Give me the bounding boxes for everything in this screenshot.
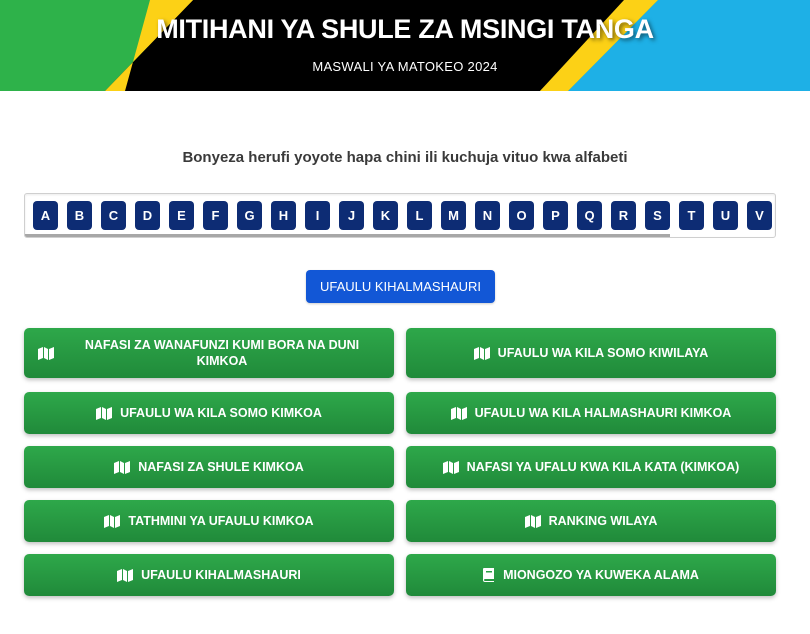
letter-button-a[interactable]: A: [33, 201, 58, 230]
menu-button-label: TATHMINI YA UFAULU KIMKOA: [128, 514, 314, 528]
ufaulu-kihalmashauri-button[interactable]: UFAULU KIHALMASHAURI: [306, 270, 495, 303]
letter-button-r[interactable]: R: [611, 201, 636, 230]
page-subtitle: MASWALI YA MATOKEO 2024: [312, 59, 498, 74]
map-icon: [114, 460, 131, 474]
map-icon: [450, 406, 467, 420]
menu-button-label: UFAULU WA KILA HALMASHAURI KIMKOA: [474, 406, 732, 420]
menu-button-1[interactable]: NAFASI ZA WANAFUNZI KUMI BORA NA DUNI KI…: [24, 328, 394, 378]
menu-button-4[interactable]: UFAULU WA KILA HALMASHAURI KIMKOA: [406, 392, 776, 434]
menu-button-label: UFAULU KIHALMASHAURI: [141, 568, 301, 582]
menu-button-7[interactable]: TATHMINI YA UFAULU KIMKOA: [24, 500, 394, 542]
header-banner: MITIHANI YA SHULE ZA MSINGI TANGA MASWAL…: [0, 0, 810, 91]
letter-button-m[interactable]: M: [441, 201, 466, 230]
menu-button-label: RANKING WILAYA: [548, 514, 658, 528]
menu-button-label: NAFASI ZA WANAFUNZI KUMI BORA NA DUNI KI…: [84, 338, 360, 368]
map-icon: [96, 406, 113, 420]
letter-button-e[interactable]: E: [169, 201, 194, 230]
map-icon: [104, 514, 121, 528]
letter-button-n[interactable]: N: [475, 201, 500, 230]
letter-button-v[interactable]: V: [747, 201, 772, 230]
menu-button-label: NAFASI ZA SHULE KIMKOA: [138, 460, 304, 474]
letter-button-k[interactable]: K: [373, 201, 398, 230]
letter-button-b[interactable]: B: [67, 201, 92, 230]
map-icon: [442, 460, 459, 474]
map-icon: [117, 568, 134, 582]
letter-button-s[interactable]: S: [645, 201, 670, 230]
filter-instruction: Bonyeza herufi yoyote hapa chini ili kuc…: [182, 149, 628, 166]
letter-button-l[interactable]: L: [407, 201, 432, 230]
letter-button-c[interactable]: C: [101, 201, 126, 230]
map-icon: [524, 514, 541, 528]
menu-button-8[interactable]: RANKING WILAYA: [406, 500, 776, 542]
letter-button-u[interactable]: U: [713, 201, 738, 230]
letter-button-p[interactable]: P: [543, 201, 568, 230]
letter-button-i[interactable]: I: [305, 201, 330, 230]
letter-button-o[interactable]: O: [509, 201, 534, 230]
letter-button-t[interactable]: T: [679, 201, 704, 230]
letter-button-j[interactable]: J: [339, 201, 364, 230]
horizontal-scrollbar[interactable]: [25, 234, 670, 237]
menu-button-label: UFAULU WA KILA SOMO KIMKOA: [120, 406, 322, 420]
map-icon: [38, 346, 54, 360]
menu-button-10[interactable]: MIONGOZO YA KUWEKA ALAMA: [406, 554, 776, 596]
letter-button-g[interactable]: G: [237, 201, 262, 230]
letter-button-d[interactable]: D: [135, 201, 160, 230]
letter-button-f[interactable]: F: [203, 201, 228, 230]
alphabet-buttons: ABCDEFGHIJKLMNOPQRSTUVW: [33, 201, 775, 230]
page-title: MITIHANI YA SHULE ZA MSINGI TANGA: [156, 14, 654, 44]
alphabet-filter-bar[interactable]: ABCDEFGHIJKLMNOPQRSTUVW: [24, 193, 776, 238]
menu-button-label: UFAULU WA KILA SOMO KIWILAYA: [497, 346, 709, 360]
letter-button-q[interactable]: Q: [577, 201, 602, 230]
menu-button-3[interactable]: UFAULU WA KILA SOMO KIMKOA: [24, 392, 394, 434]
menu-button-9[interactable]: UFAULU KIHALMASHAURI: [24, 554, 394, 596]
map-icon: [473, 346, 490, 360]
menu-button-5[interactable]: NAFASI ZA SHULE KIMKOA: [24, 446, 394, 488]
book-icon: [483, 568, 495, 582]
menu-button-2[interactable]: UFAULU WA KILA SOMO KIWILAYA: [406, 328, 776, 378]
menu-button-label: NAFASI YA UFALU KWA KILA KATA (KIMKOA): [466, 460, 740, 474]
letter-button-h[interactable]: H: [271, 201, 296, 230]
menu-button-6[interactable]: NAFASI YA UFALU KWA KILA KATA (KIMKOA): [406, 446, 776, 488]
menu-button-label: MIONGOZO YA KUWEKA ALAMA: [503, 568, 699, 582]
